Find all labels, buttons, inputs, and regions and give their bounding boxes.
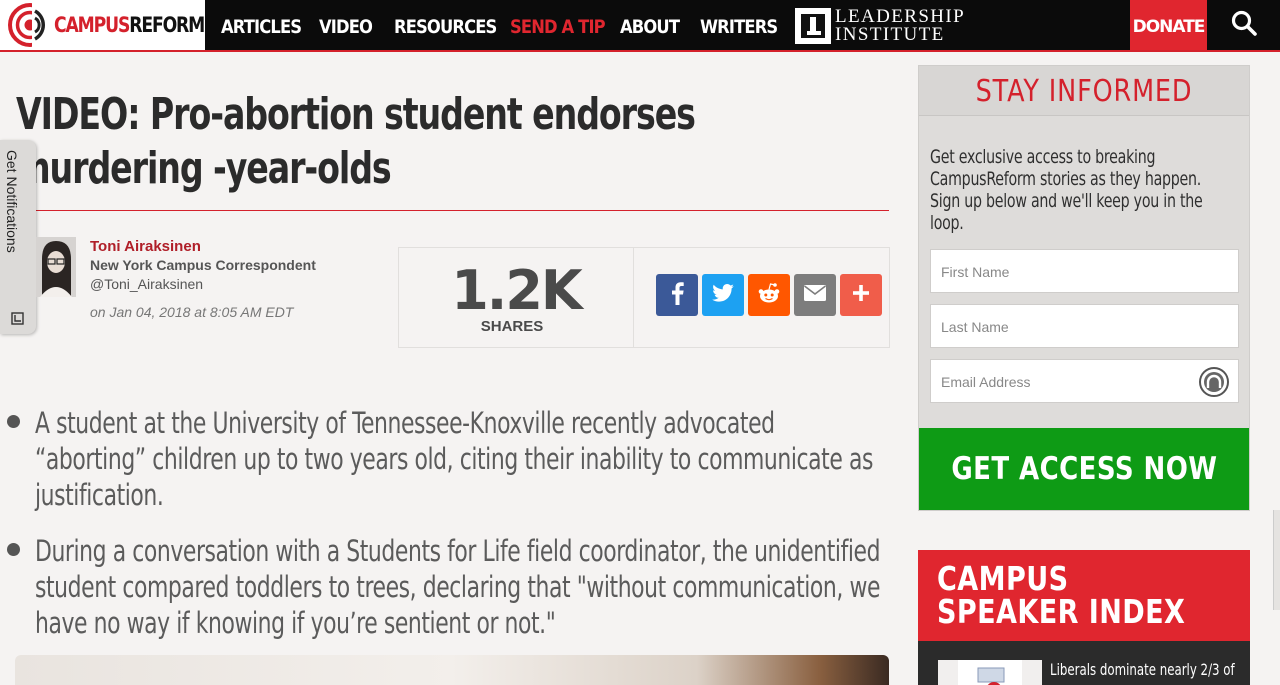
speaker-index-header: CAMPUS SPEAKER INDEX <box>918 550 1250 641</box>
facebook-icon <box>669 281 685 310</box>
share-email-button[interactable] <box>794 274 836 316</box>
author-handle-link[interactable]: @Toni_Airaksinen <box>90 276 203 292</box>
campus-reform-logo[interactable]: CAMPUSREFORM <box>0 0 205 50</box>
first-name-field[interactable]: First Name <box>930 249 1239 293</box>
campus-speaker-index-widget: CAMPUS SPEAKER INDEX Liberals dominate n… <box>918 550 1250 685</box>
stay-informed-title: STAY INFORMED <box>975 74 1193 109</box>
summary-bullet-text: During a conversation with a Students fo… <box>35 534 881 640</box>
notifications-tab-label: Get Notifications <box>4 150 20 253</box>
email-icon <box>804 284 826 306</box>
nav-articles[interactable]: ARTICLES <box>221 0 302 50</box>
leadership-institute-icon <box>795 8 831 44</box>
leadership-institute-logo[interactable]: LEADERSHIP INSTITUTE <box>795 6 965 46</box>
author-avatar[interactable] <box>36 237 76 297</box>
publish-date: on Jan 04, 2018 at 8:05 AM EDT <box>90 304 294 320</box>
email-field[interactable]: Email Address <box>930 359 1239 403</box>
summary-bullet-text: A student at the University of Tennessee… <box>35 406 873 512</box>
share-facebook-button[interactable] <box>656 274 698 316</box>
notification-toggle-icon <box>11 312 24 325</box>
nav-resources[interactable]: RESOURCES <box>394 0 497 50</box>
plus-icon <box>852 284 870 307</box>
article-title: VIDEO: Pro-abortion student endorses mur… <box>16 89 696 194</box>
article-video-thumbnail[interactable] <box>15 655 889 685</box>
reddit-icon <box>757 282 781 309</box>
broadcast-logo-icon <box>8 3 54 47</box>
share-more-button[interactable] <box>840 274 882 316</box>
title-divider <box>16 210 889 211</box>
speaker-index-item[interactable]: Liberals dominate nearly 2/3 of <box>1050 661 1239 679</box>
author-role: New York Campus Correspondent <box>90 257 316 273</box>
bullet-dot <box>7 415 20 428</box>
partner-line-2: INSTITUTE <box>835 24 945 45</box>
share-panel: 1.2K SHARES <box>398 247 890 348</box>
logo-wordmark: CAMPUSREFORM <box>54 13 205 37</box>
search-button[interactable] <box>1207 0 1280 50</box>
author-name-link[interactable]: Toni Airaksinen <box>90 238 201 255</box>
nav-writers[interactable]: WRITERS <box>700 0 778 50</box>
get-access-now-button[interactable]: GET ACCESS NOW <box>919 428 1249 510</box>
nav-video[interactable]: VIDEO <box>319 0 373 50</box>
speaker-item-thumbnail[interactable] <box>938 660 1042 685</box>
stay-informed-description: Get exclusive access to breaking CampusR… <box>930 146 1203 234</box>
get-notifications-tab[interactable]: Get Notifications <box>0 140 36 334</box>
last-name-field[interactable]: Last Name <box>930 304 1239 348</box>
share-divider <box>633 248 634 347</box>
email-field-placeholder: Email Address <box>941 374 1031 390</box>
speaker-index-title[interactable]: CAMPUS SPEAKER INDEX <box>937 562 1216 628</box>
scrollbar-edge[interactable] <box>1273 510 1280 610</box>
donate-button[interactable]: DONATE <box>1130 0 1207 50</box>
password-manager-icon[interactable] <box>1198 366 1230 415</box>
twitter-icon <box>712 283 734 307</box>
share-count: 1.2K <box>451 259 583 322</box>
nav-send-a-tip[interactable]: SEND A TIP <box>510 0 606 50</box>
search-icon <box>1231 10 1257 41</box>
share-reddit-button[interactable] <box>748 274 790 316</box>
nav-about[interactable]: ABOUT <box>620 0 680 50</box>
share-twitter-button[interactable] <box>702 274 744 316</box>
stay-informed-signup: STAY INFORMED Get exclusive access to br… <box>918 65 1250 511</box>
top-navigation-bar: CAMPUSREFORM ARTICLES VIDEO RESOURCES SE… <box>0 0 1280 52</box>
stay-informed-header: STAY INFORMED <box>919 66 1249 116</box>
bullet-dot <box>7 543 20 556</box>
share-count-label: SHARES <box>480 318 544 335</box>
